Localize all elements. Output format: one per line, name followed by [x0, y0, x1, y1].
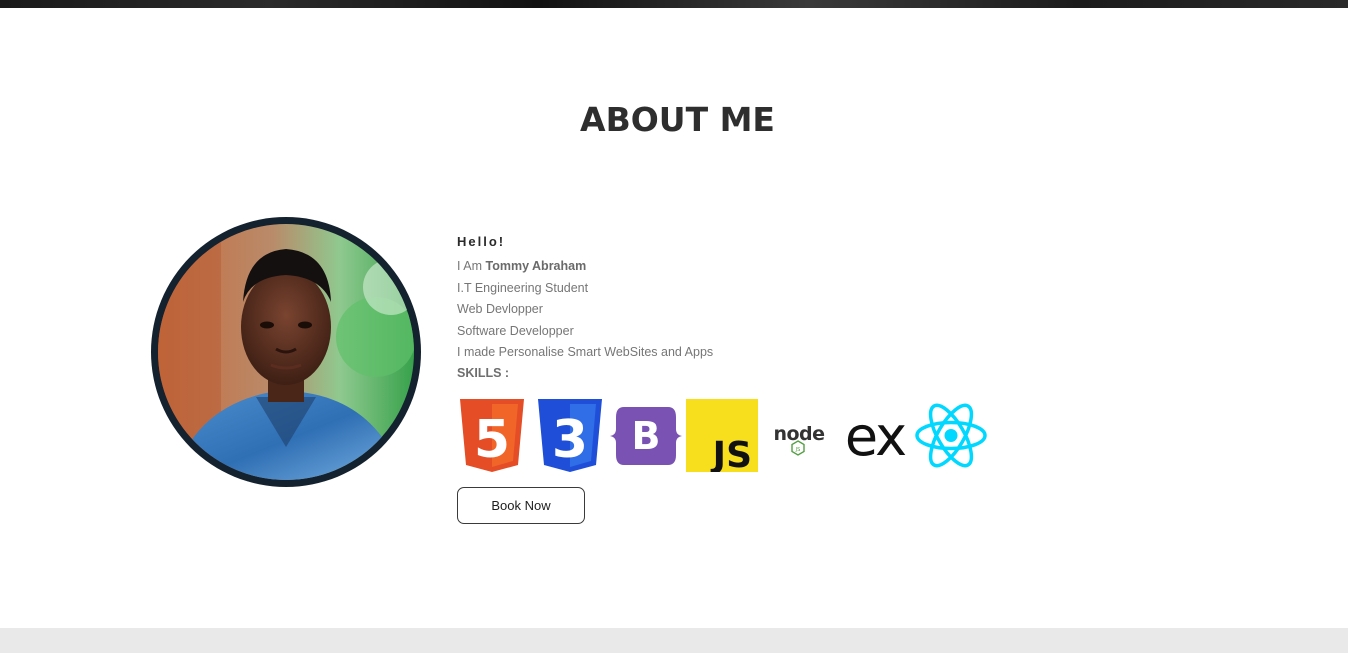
profile-line: Web Devlopper [457, 302, 543, 317]
profile-line: I.T Engineering Student [457, 280, 589, 295]
hero-image-bottom-edge [0, 0, 1348, 8]
book-now-button[interactable]: Book Now [457, 487, 585, 524]
css3-glyph: 3 [552, 410, 588, 470]
next-section-band [0, 628, 1348, 653]
about-text: Hello! I Am Tommy Abraham I.T Engineerin… [457, 234, 713, 382]
bootstrap-icon: B [610, 407, 682, 465]
css3-icon: 3 [538, 399, 602, 472]
profile-photo [158, 224, 414, 480]
intro-line: I Am Tommy Abraham [457, 256, 713, 278]
nodejs-badge: JS [795, 447, 801, 453]
html5-glyph: 5 [474, 410, 510, 470]
javascript-icon: JS [686, 399, 758, 472]
nodejs-icon: node JS [773, 423, 825, 456]
avatar [151, 217, 421, 487]
react-icon [915, 403, 987, 468]
html5-icon: 5 [460, 399, 524, 472]
greeting: Hello! [457, 234, 506, 249]
skills-label: SKILLS : [457, 365, 510, 380]
profile-line: Software Developper [457, 323, 574, 338]
profile-line: I made Personalise Smart WebSites and Ap… [457, 345, 714, 360]
intro-prefix: I Am [457, 259, 483, 273]
express-glyph: ex [845, 405, 906, 468]
profile-name: Tommy Abraham [485, 259, 587, 273]
javascript-glyph: JS [710, 435, 752, 472]
section-title: ABOUT ME [580, 100, 775, 139]
bootstrap-glyph: B [632, 414, 661, 458]
express-icon: ex [845, 405, 908, 468]
